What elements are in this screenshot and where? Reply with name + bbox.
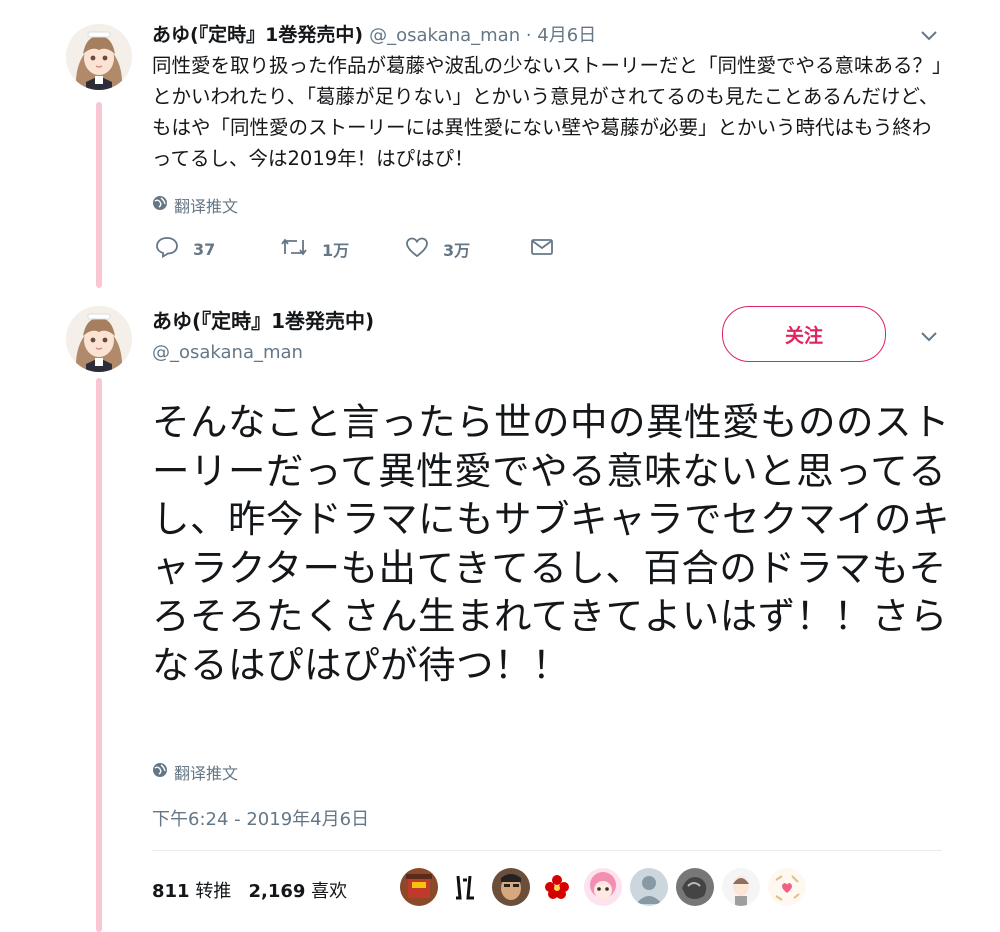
tweet-date[interactable]: 4月6日 — [537, 25, 596, 46]
globe-icon — [152, 762, 168, 782]
like-count: 3万 — [443, 241, 471, 260]
retweet-icon — [280, 237, 308, 261]
tweet2-text: そんなこと言ったら世の中の異性愛もののストーリーだって異性愛でやる意味ないと思っ… — [152, 400, 950, 687]
tweet1-text: 同性愛を取り扱った作品が葛藤や波乱の少ないストーリーだと「同性愛でやる意味ある？… — [152, 54, 942, 170]
author-handle[interactable]: @_osakana_man — [152, 342, 303, 363]
reply-icon — [155, 236, 179, 262]
liker-avatar[interactable] — [722, 868, 760, 906]
tweet1-header: あゆ(『定時』1巻発売中) @_osakana_man · 4月6日 — [152, 20, 596, 47]
thread-line-top — [96, 102, 102, 288]
author-name[interactable]: あゆ(『定時』1巻発売中) — [152, 24, 363, 46]
message-button[interactable] — [530, 237, 655, 261]
likes-stat[interactable]: 2,169 喜欢 — [248, 881, 347, 902]
globe-icon — [152, 195, 168, 215]
message-icon — [530, 237, 554, 261]
like-label: 喜欢 — [311, 881, 348, 902]
liker-avatar[interactable] — [768, 868, 806, 906]
translate-label: 翻译推文 — [174, 197, 239, 216]
reply-button[interactable]: 37 — [155, 236, 280, 262]
liker-avatar[interactable] — [630, 868, 668, 906]
liker-avatar[interactable] — [446, 868, 484, 906]
translate-link[interactable]: 翻译推文 — [152, 193, 238, 217]
avatar[interactable] — [66, 306, 132, 372]
retweets-stat[interactable]: 811 转推 — [152, 881, 231, 902]
chevron-down-icon[interactable] — [920, 327, 938, 348]
header-separator: · — [520, 25, 538, 46]
chevron-down-icon[interactable] — [920, 26, 938, 47]
retweet-label: 转推 — [195, 881, 232, 902]
retweet-count: 1万 — [322, 241, 350, 260]
liker-avatar[interactable] — [538, 868, 576, 906]
tweet-stats: 811 转推 2,169 喜欢 — [152, 877, 347, 903]
liker-avatar[interactable] — [492, 868, 530, 906]
liker-avatars — [400, 868, 806, 906]
retweet-total: 811 — [152, 881, 190, 902]
tweet-timestamp[interactable]: 下午6:24 - 2019年4月6日 — [152, 805, 369, 831]
follow-button[interactable]: 关注 — [722, 306, 886, 362]
liker-avatar[interactable] — [584, 868, 622, 906]
divider — [152, 850, 942, 851]
tweet1-actions: 37 1万 3万 — [155, 236, 655, 262]
thread-line-bottom — [96, 378, 102, 932]
translate-label: 翻译推文 — [174, 764, 239, 783]
author-name[interactable]: あゆ(『定時』1巻発売中) — [152, 305, 374, 334]
like-total: 2,169 — [248, 881, 306, 902]
translate-link[interactable]: 翻译推文 — [152, 760, 238, 784]
avatar[interactable] — [66, 24, 132, 90]
liker-avatar[interactable] — [676, 868, 714, 906]
retweet-button[interactable]: 1万 — [280, 237, 405, 261]
like-button[interactable]: 3万 — [405, 236, 530, 262]
liker-avatar[interactable] — [400, 868, 438, 906]
author-handle[interactable]: @_osakana_man — [369, 25, 520, 46]
reply-count: 37 — [193, 239, 216, 259]
like-icon — [405, 236, 429, 262]
